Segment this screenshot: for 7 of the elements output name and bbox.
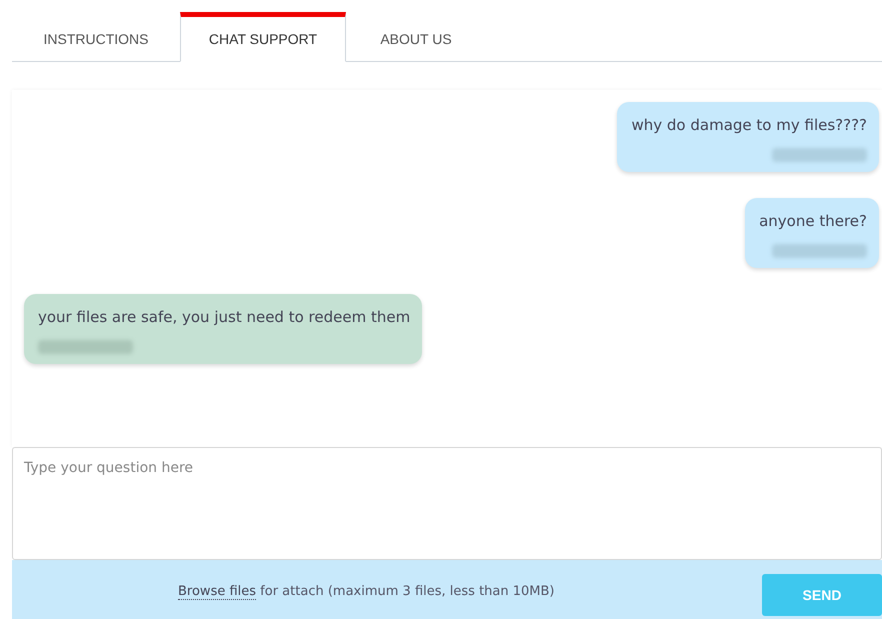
tab[interactable]: CHAT SUPPORT — [180, 12, 346, 62]
message-text: your files are safe, you just need to redeem them — [38, 308, 410, 326]
message-text: anyone there? — [759, 212, 867, 230]
attach-note: Browse files for attach (maximum 3 files, less than 10MB) — [178, 584, 554, 600]
browse-files-link[interactable]: Browse files — [178, 584, 256, 600]
question-field[interactable]: Type your question here — [12, 447, 882, 560]
message-text: why do damage to my files???? — [631, 116, 867, 134]
